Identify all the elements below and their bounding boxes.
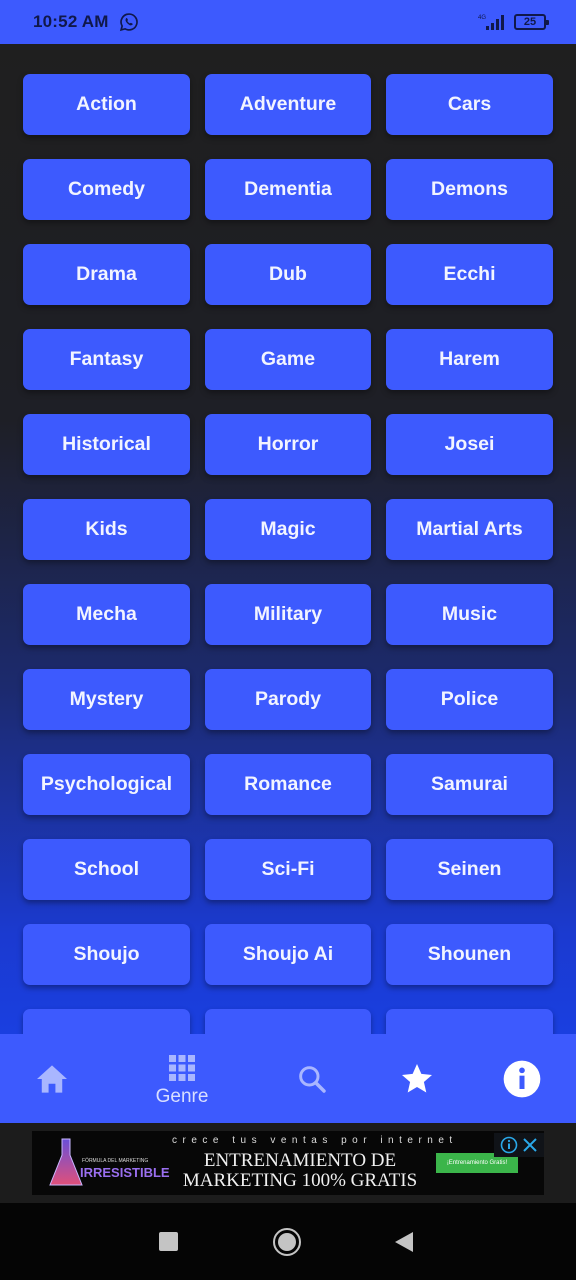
nav-genre-label: Genre — [155, 1085, 209, 1107]
ad-area: FÓRMULA DEL MARKETING IRRESISTIBLE crece… — [0, 1123, 576, 1203]
genre-button-music[interactable]: Music — [386, 584, 553, 645]
genre-button-samurai[interactable]: Samurai — [386, 754, 553, 815]
status-time: 10:52 AM — [33, 12, 109, 31]
genre-button-historical[interactable]: Historical — [23, 414, 190, 475]
genre-button-ecchi[interactable]: Ecchi — [386, 244, 553, 305]
genre-button-dub[interactable]: Dub — [205, 244, 371, 305]
genre-button-military[interactable]: Military — [205, 584, 371, 645]
genre-button-seinen[interactable]: Seinen — [386, 839, 553, 900]
search-icon — [299, 1065, 326, 1093]
genre-button-shounen[interactable]: Shounen — [386, 924, 553, 985]
genre-button-harem[interactable]: Harem — [386, 329, 553, 390]
genre-button-shoujo-ai[interactable]: Shoujo Ai — [205, 924, 371, 985]
genre-button-mystery[interactable]: Mystery — [23, 669, 190, 730]
recents-button[interactable] — [159, 1232, 178, 1251]
genre-button-magic[interactable]: Magic — [205, 499, 371, 560]
genre-button-shoujo[interactable]: Shoujo — [23, 924, 190, 985]
genre-button-josei[interactable]: Josei — [386, 414, 553, 475]
nav-search[interactable] — [282, 1034, 342, 1123]
ad-close-icon[interactable] — [522, 1137, 538, 1153]
info-icon — [503, 1060, 541, 1097]
back-button[interactable] — [395, 1232, 413, 1252]
genre-button-dementia[interactable]: Dementia — [205, 159, 371, 220]
genre-grid: Action Adventure Cars Comedy Dementia Demons D… — [23, 74, 553, 1034]
status-indicators: 4G 25 — [476, 12, 549, 32]
genre-button-parody[interactable]: Parody — [205, 669, 371, 730]
genre-button-comedy[interactable]: Comedy — [23, 159, 190, 220]
genre-button-school[interactable]: School — [23, 839, 190, 900]
grid-icon — [169, 1054, 195, 1081]
genre-button-kids[interactable]: Kids — [23, 499, 190, 560]
ad-tagline: crece tus ventas por internet — [172, 1135, 458, 1146]
genre-button-action[interactable]: Action — [23, 74, 190, 135]
whatsapp-icon — [119, 13, 138, 32]
ad-logo: FÓRMULA DEL MARKETING IRRESISTIBLE — [49, 1138, 170, 1186]
genre-button-police[interactable]: Police — [386, 669, 553, 730]
genre-button-martial-arts[interactable]: Martial Arts — [386, 499, 553, 560]
genre-button-cars[interactable]: Cars — [386, 74, 553, 135]
star-icon — [402, 1063, 432, 1092]
genre-button-fantasy[interactable]: Fantasy — [23, 329, 190, 390]
signal-icon: 4G — [478, 15, 504, 30]
genre-button-romance[interactable]: Romance — [205, 754, 371, 815]
genre-button-item-33[interactable] — [23, 1009, 190, 1034]
genre-list-container[interactable]: Action Adventure Cars Comedy Dementia Demons D… — [0, 44, 576, 1034]
ad-controls — [494, 1133, 544, 1157]
ad-headline: ENTRENAMIENTO DE MARKETING 100% GRATIS — [174, 1151, 426, 1191]
ad-info-icon[interactable] — [500, 1136, 518, 1154]
genre-button-item-34[interactable] — [205, 1009, 371, 1034]
bottom-navigation: Genre — [0, 1034, 576, 1123]
genre-button-item-35[interactable] — [386, 1009, 553, 1034]
home-button[interactable] — [273, 1228, 301, 1256]
genre-button-horror[interactable]: Horror — [205, 414, 371, 475]
genre-button-sci-fi[interactable]: Sci-Fi — [205, 839, 371, 900]
status-bar: 10:52 AM 4G 25 — [0, 0, 576, 44]
genre-button-drama[interactable]: Drama — [23, 244, 190, 305]
battery-icon: 25 — [514, 14, 549, 30]
ad-banner[interactable]: FÓRMULA DEL MARKETING IRRESISTIBLE crece… — [32, 1131, 544, 1195]
home-icon — [37, 1064, 67, 1093]
genre-button-demons[interactable]: Demons — [386, 159, 553, 220]
nav-genre[interactable]: Genre — [140, 1034, 224, 1123]
nav-info[interactable] — [492, 1034, 552, 1123]
genre-button-game[interactable]: Game — [205, 329, 371, 390]
genre-button-mecha[interactable]: Mecha — [23, 584, 190, 645]
system-navigation-bar — [0, 1203, 576, 1280]
battery-level: 25 — [523, 16, 537, 28]
genre-button-psychological[interactable]: Psychological — [23, 754, 190, 815]
ad-logo-line1: FÓRMULA DEL MARKETING — [82, 1157, 148, 1164]
ad-headline-line2: MARKETING 100% GRATIS — [182, 1170, 418, 1191]
genre-button-adventure[interactable]: Adventure — [205, 74, 371, 135]
ad-headline-line1: ENTRENAMIENTO DE — [203, 1150, 397, 1171]
network-type: 4G — [478, 15, 486, 21]
ad-logo-line2: IRRESISTIBLE — [80, 1165, 170, 1180]
nav-favorites[interactable] — [387, 1034, 447, 1123]
nav-home[interactable] — [22, 1034, 82, 1123]
